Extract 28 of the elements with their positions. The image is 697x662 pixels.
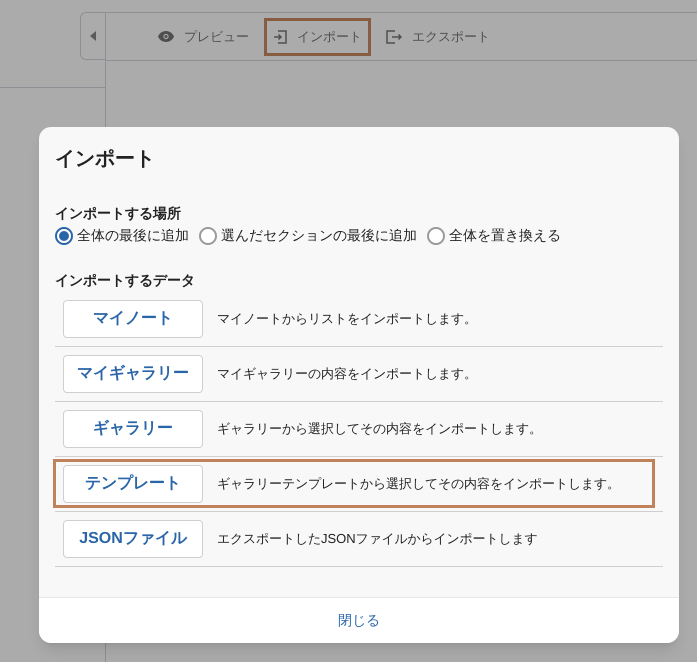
source-button[interactable]: マイノート bbox=[63, 300, 203, 338]
source-description: ギャラリーテンプレートから選択してその内容をインポートします。 bbox=[217, 475, 620, 494]
dialog-title: インポート bbox=[55, 147, 156, 172]
toolbar-button[interactable]: エクスポート bbox=[380, 20, 496, 52]
source-description: エクスポートしたJSONファイルからインポートします bbox=[217, 530, 538, 548]
source-button[interactable]: JSONファイル bbox=[63, 520, 203, 558]
source-description: マイノートからリストをインポートします。 bbox=[217, 310, 477, 328]
sign-out-icon bbox=[386, 30, 402, 44]
source-button[interactable]: ギャラリー bbox=[63, 410, 203, 448]
section-label: インポートするデータ bbox=[55, 271, 196, 290]
eye-icon bbox=[158, 31, 174, 42]
toolbar-button[interactable]: プレビュー bbox=[152, 20, 255, 52]
source-description: ギャラリーから選択してその内容をインポートします。 bbox=[217, 420, 542, 438]
radio-label[interactable]: 全体の最後に追加 bbox=[77, 225, 189, 246]
radio-button[interactable] bbox=[427, 226, 445, 244]
radio-button[interactable] bbox=[199, 226, 217, 244]
section-label: インポートする場所 bbox=[55, 204, 182, 223]
radio-label[interactable]: 選んだセクションの最後に追加 bbox=[221, 225, 417, 246]
collapse-handle[interactable] bbox=[80, 12, 106, 60]
caret-left-icon bbox=[90, 31, 96, 41]
close-button[interactable]: 閉じる bbox=[330, 610, 388, 631]
source-button[interactable]: テンプレート bbox=[63, 465, 203, 503]
toolbar-button[interactable]: インポート bbox=[267, 20, 368, 52]
radio-label[interactable]: 全体を置き換える bbox=[449, 225, 561, 246]
source-button[interactable]: マイギャラリー bbox=[63, 355, 203, 393]
source-description: マイギャラリーの内容をインポートします。 bbox=[217, 365, 477, 384]
sign-in-icon bbox=[273, 30, 287, 44]
radio-button[interactable] bbox=[55, 226, 73, 244]
